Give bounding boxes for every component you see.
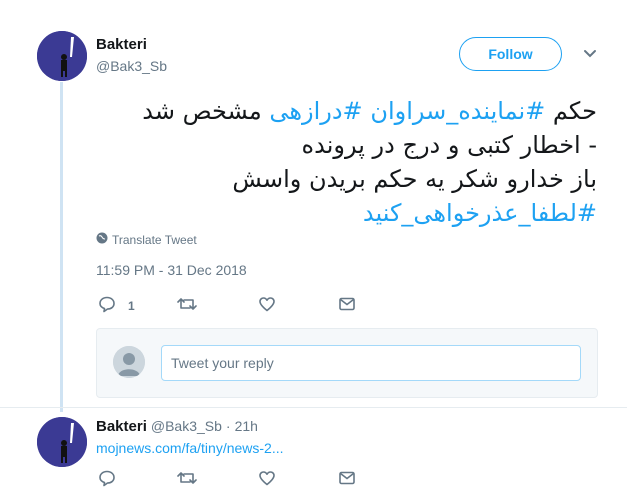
hashtag-link[interactable]: #لطفا_عذرخواهی_کنید	[363, 199, 597, 227]
tweet-line-1: حکم #نماینده_سراوان #درازهی مشخص شد	[37, 94, 597, 128]
author-name[interactable]: Bakteri	[96, 36, 147, 53]
reply-icon	[98, 295, 116, 316]
user-avatar	[113, 346, 145, 378]
tweet-timestamp[interactable]: 11:59 PM - 31 Dec 2018	[96, 262, 247, 278]
chevron-down-icon[interactable]	[580, 44, 600, 64]
like-icon	[258, 295, 276, 316]
reply-avatar[interactable]	[37, 417, 87, 467]
reply-dm-button[interactable]	[338, 469, 356, 490]
reply-link[interactable]: mojnews.com/fa/tiny/news-2...	[96, 440, 284, 456]
follow-button[interactable]: Follow	[459, 37, 562, 71]
reply-input[interactable]: Tweet your reply	[161, 345, 581, 381]
dm-icon	[338, 295, 356, 316]
reply-button[interactable]: 1	[98, 295, 135, 316]
reply-author-name[interactable]: Bakteri	[96, 418, 147, 435]
retweet-icon	[177, 469, 197, 490]
retweet-icon	[177, 295, 197, 316]
like-button[interactable]	[258, 295, 276, 316]
reply-like-button[interactable]	[258, 469, 276, 490]
globe-icon	[96, 232, 108, 247]
reply-icon	[98, 469, 116, 490]
tweet-line-4: #لطفا_عذرخواهی_کنید	[37, 196, 597, 230]
reply-header: Bakteri @Bak3_Sb · 21h	[96, 418, 258, 435]
reply-reply-button[interactable]	[98, 469, 116, 490]
reply-time[interactable]: 21h	[235, 418, 258, 434]
reply-separator: ·	[225, 418, 231, 434]
retweet-button[interactable]	[177, 295, 197, 316]
like-icon	[258, 469, 276, 490]
reply-count: 1	[128, 298, 135, 313]
hashtag-link[interactable]: #درازهی	[269, 97, 362, 125]
tweet-text: حکم #نماینده_سراوان #درازهی مشخص شد - اخ…	[37, 94, 597, 230]
author-handle[interactable]: @Bak3_Sb	[96, 58, 167, 74]
divider	[0, 407, 627, 408]
reply-retweet-button[interactable]	[177, 469, 197, 490]
translate-label: Translate Tweet	[112, 232, 197, 247]
dm-icon	[338, 469, 356, 490]
hashtag-link[interactable]: #نماینده_سراوان	[370, 97, 545, 125]
reply-author-handle[interactable]: @Bak3_Sb	[151, 418, 222, 434]
direct-message-button[interactable]	[338, 295, 356, 316]
tweet-text-segment: مشخص شد	[142, 97, 270, 125]
tweet-text-segment: حکم	[545, 97, 597, 125]
avatar[interactable]	[37, 31, 87, 81]
translate-tweet[interactable]: Translate Tweet	[96, 232, 197, 247]
tweet-line-3: باز خدارو شکر یه حکم بریدن واسش	[232, 165, 597, 193]
tweet-line-2: - اخطار کتبی و درج در پرونده	[301, 131, 597, 159]
